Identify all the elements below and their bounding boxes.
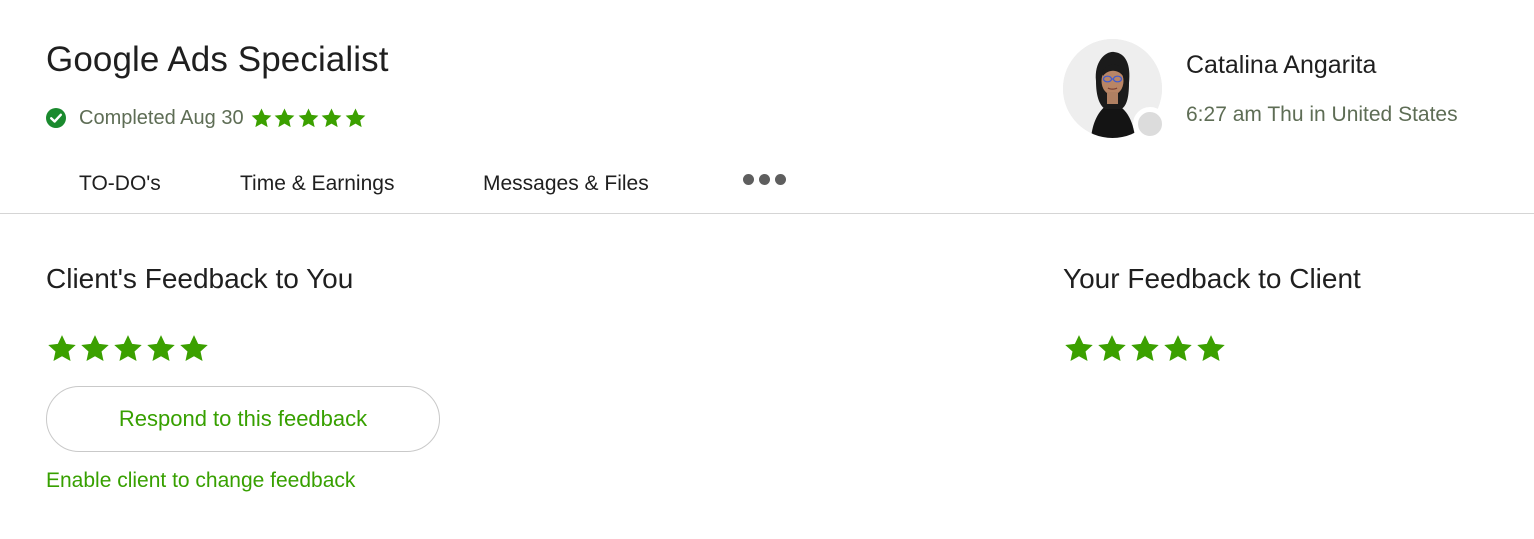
star-icon: [251, 108, 271, 127]
star-icon: [180, 335, 208, 361]
tab-time-earnings[interactable]: Time & Earnings: [240, 172, 394, 196]
client-name[interactable]: Catalina Angarita: [1186, 51, 1376, 80]
check-circle-icon: [46, 108, 66, 128]
tab-todos[interactable]: TO-DO's: [79, 172, 161, 196]
client-feedback-stars: [46, 333, 211, 365]
star-icon: [1164, 335, 1192, 361]
star-icon: [298, 108, 318, 127]
your-feedback-heading: Your Feedback to Client: [1063, 263, 1361, 294]
tabs-divider: [0, 213, 1534, 214]
your-feedback-stars: [1063, 333, 1228, 365]
star-icon: [1065, 335, 1093, 361]
more-horizontal-icon[interactable]: [743, 174, 786, 185]
star-icon: [345, 108, 365, 127]
completed-date: Completed Aug 30: [79, 106, 244, 129]
star-icon: [114, 335, 142, 361]
star-icon: [321, 108, 342, 127]
client-feedback-heading: Client's Feedback to You: [46, 263, 354, 294]
presence-status-dot: [1133, 107, 1167, 141]
tab-messages-files[interactable]: Messages & Files: [483, 172, 649, 196]
job-title: Google Ads Specialist: [46, 40, 389, 79]
star-icon: [81, 335, 109, 361]
client-local-time: 6:27 am Thu in United States: [1186, 103, 1458, 126]
star-icon: [1131, 335, 1159, 361]
job-status-row: Completed Aug 30: [46, 104, 367, 132]
enable-change-feedback-link[interactable]: Enable client to change feedback: [46, 469, 355, 493]
star-icon: [147, 335, 175, 361]
respond-feedback-button[interactable]: Respond to this feedback: [46, 386, 440, 452]
star-icon: [274, 108, 295, 127]
job-rating-stars: [250, 107, 368, 130]
star-icon: [1098, 335, 1126, 361]
star-icon: [1197, 335, 1225, 361]
star-icon: [48, 335, 76, 361]
